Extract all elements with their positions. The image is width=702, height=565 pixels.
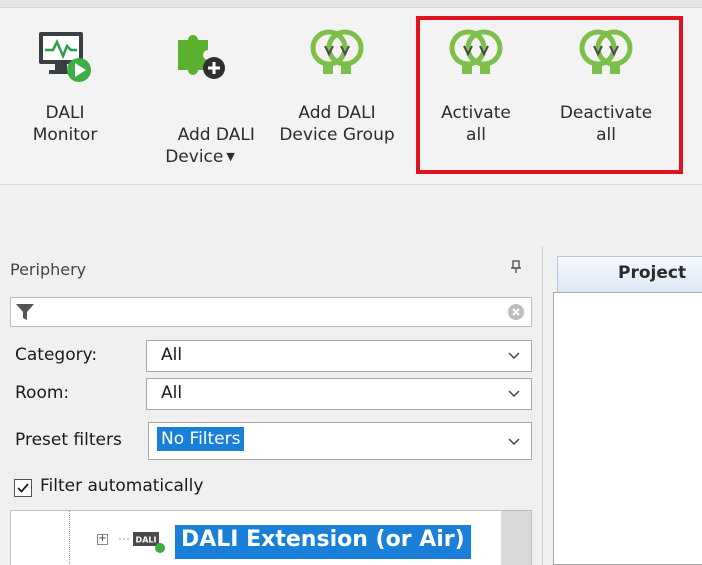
pin-icon[interactable] xyxy=(510,260,522,278)
add-dali-device-button[interactable]: Add DALI Device ▼ xyxy=(148,20,255,167)
chevron-down-icon xyxy=(507,347,521,367)
tab-project[interactable]: Project xyxy=(557,256,702,292)
preset-filters-select[interactable]: No Filters xyxy=(148,422,532,460)
preset-filters-label: Preset filters xyxy=(15,430,122,450)
category-row: Category: All xyxy=(10,340,532,372)
highlight-frame xyxy=(416,16,683,174)
tree-scrollbar[interactable] xyxy=(501,511,531,565)
dali-device-icon: DALI xyxy=(119,529,171,557)
chevron-down-icon: ▼ xyxy=(226,150,235,163)
document-body xyxy=(553,292,702,565)
room-row: Room: All xyxy=(10,378,532,410)
ribbon-top-border xyxy=(0,0,702,8)
category-label: Category: xyxy=(15,345,98,365)
panel-title: Periphery xyxy=(10,260,87,279)
chevron-down-icon xyxy=(507,385,521,405)
category-value: All xyxy=(161,345,183,365)
filter-automatically-label: Filter automatically xyxy=(40,476,204,496)
expand-icon[interactable]: + xyxy=(97,534,108,545)
funnel-icon xyxy=(15,302,35,326)
tree-guide-line xyxy=(69,511,70,565)
chevron-down-icon xyxy=(507,433,521,453)
room-select[interactable]: All xyxy=(146,378,532,410)
preset-filters-row: Preset filters No Filters xyxy=(10,422,532,460)
tree-node-label[interactable]: DALI Extension (or Air) xyxy=(175,525,471,559)
add-dali-device-group-button[interactable]: Add DALI Device Group xyxy=(264,20,410,160)
puzzle-add-icon xyxy=(170,26,230,86)
dali-icon-text: DALI xyxy=(136,536,157,545)
document-area: Project xyxy=(542,246,702,565)
periphery-panel: Periphery Category: All Room: All Preset… xyxy=(0,246,542,565)
status-online-icon xyxy=(155,543,165,553)
category-select[interactable]: All xyxy=(146,340,532,372)
ribbon-toolbar: DALI Monitor Add DALI Device ▼ Add DALI … xyxy=(0,8,702,185)
monitor-play-icon xyxy=(35,26,95,86)
dali-monitor-label: DALI Monitor xyxy=(32,103,98,145)
dali-monitor-button[interactable]: DALI Monitor xyxy=(20,20,110,160)
double-bulb-icon xyxy=(307,26,367,86)
clear-icon[interactable] xyxy=(507,303,525,325)
add-dali-device-label: Add DALI Device ▼ xyxy=(165,125,255,167)
add-dali-device-group-label: Add DALI Device Group xyxy=(279,103,395,145)
room-label: Room: xyxy=(15,383,70,403)
periphery-tree: + DALI DALI Extension (or Air) xyxy=(10,510,532,565)
filter-search-input[interactable] xyxy=(10,297,532,327)
room-value: All xyxy=(161,383,183,403)
preset-filters-value: No Filters xyxy=(157,427,245,451)
ribbon-gap xyxy=(0,186,702,246)
tab-project-label: Project xyxy=(618,263,687,283)
filter-automatically-checkbox[interactable] xyxy=(14,479,32,497)
